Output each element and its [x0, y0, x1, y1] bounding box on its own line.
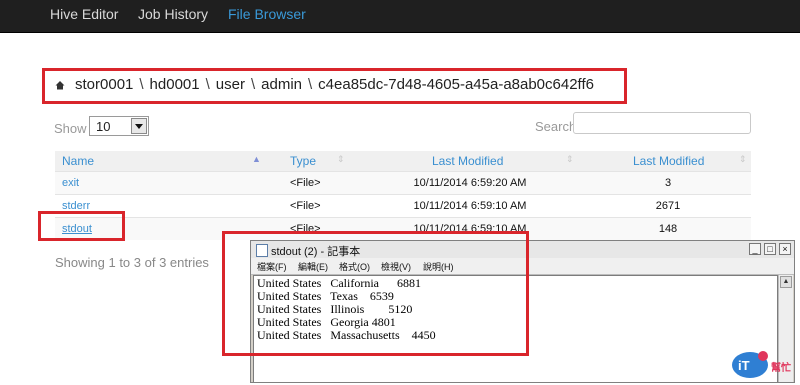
file-size: 3 — [664, 177, 672, 189]
home-icon[interactable] — [55, 80, 65, 90]
highlight-notepad-box — [222, 231, 529, 356]
breadcrumb: stor0001 \ hd0001 \ user \ admin \ c4ea85dc-7d48… — [55, 76, 594, 96]
col-header-size[interactable]: Last Modified — [633, 154, 704, 168]
file-name-link[interactable]: exit — [62, 177, 79, 189]
page-size-value: 10 — [96, 119, 111, 134]
search-input[interactable] — [573, 112, 751, 134]
page-size-select[interactable]: 10 — [89, 116, 149, 136]
watermark-text: 幫忙 — [771, 363, 791, 374]
breadcrumb-item[interactable]: admin — [261, 76, 302, 93]
file-type: <File> — [290, 200, 321, 212]
chevron-down-icon[interactable] — [131, 118, 147, 134]
sort-icon[interactable]: ⇕ — [739, 154, 747, 165]
breadcrumb-item[interactable]: user — [216, 76, 245, 93]
sort-asc-icon[interactable]: ▲ — [252, 154, 261, 164]
search-label: Search — [535, 119, 577, 134]
col-header-name[interactable]: Name — [62, 154, 94, 168]
table-row[interactable]: stderr <File> 10/11/2014 6:59:10 AM 2671 — [55, 194, 751, 217]
file-size: 148 — [658, 223, 678, 235]
file-modified: 10/11/2014 6:59:10 AM — [413, 200, 527, 212]
scroll-up-icon[interactable]: ▲ — [780, 276, 792, 288]
sort-icon[interactable]: ⇕ — [566, 154, 574, 165]
svg-text:iT: iT — [738, 358, 750, 373]
table-header: Name ▲ Type ⇕ Last Modified ⇕ Last Modif… — [55, 151, 751, 171]
nav-job-history[interactable]: Job History — [138, 6, 208, 22]
nav-file-browser[interactable]: File Browser — [228, 6, 306, 22]
file-modified: 10/11/2014 6:59:20 AM — [413, 177, 527, 189]
col-header-modified[interactable]: Last Modified — [432, 154, 503, 168]
file-table: Name ▲ Type ⇕ Last Modified ⇕ Last Modif… — [55, 151, 751, 240]
breadcrumb-item[interactable]: hd0001 — [150, 76, 200, 93]
highlight-stdout-box — [38, 211, 125, 241]
file-type: <File> — [290, 177, 321, 189]
breadcrumb-separator: \ — [139, 76, 144, 93]
maximize-icon[interactable]: □ — [764, 243, 776, 255]
breadcrumb-separator: \ — [205, 76, 210, 93]
table-row[interactable]: exit <File> 10/11/2014 6:59:20 AM 3 — [55, 171, 751, 194]
breadcrumb-separator: \ — [308, 76, 313, 93]
site-watermark-logo: iT 幫忙 — [731, 350, 797, 380]
sort-icon[interactable]: ⇕ — [337, 154, 345, 165]
table-info: Showing 1 to 3 of 3 entries — [55, 255, 209, 270]
close-icon[interactable]: × — [779, 243, 791, 255]
nav-hive-editor[interactable]: Hive Editor — [50, 6, 118, 22]
breadcrumb-separator: \ — [250, 76, 256, 93]
breadcrumb-item[interactable]: stor0001 — [75, 76, 133, 93]
col-header-type[interactable]: Type — [290, 154, 316, 168]
file-size: 2671 — [655, 200, 681, 212]
show-label: Show — [54, 121, 87, 136]
minimize-icon[interactable]: _ — [749, 243, 761, 255]
top-navbar: Hive Editor Job History File Browser — [0, 0, 800, 33]
breadcrumb-item-current[interactable]: c4ea85dc-7d48-4605-a45a-a8ab0c642ff6 — [318, 76, 594, 93]
